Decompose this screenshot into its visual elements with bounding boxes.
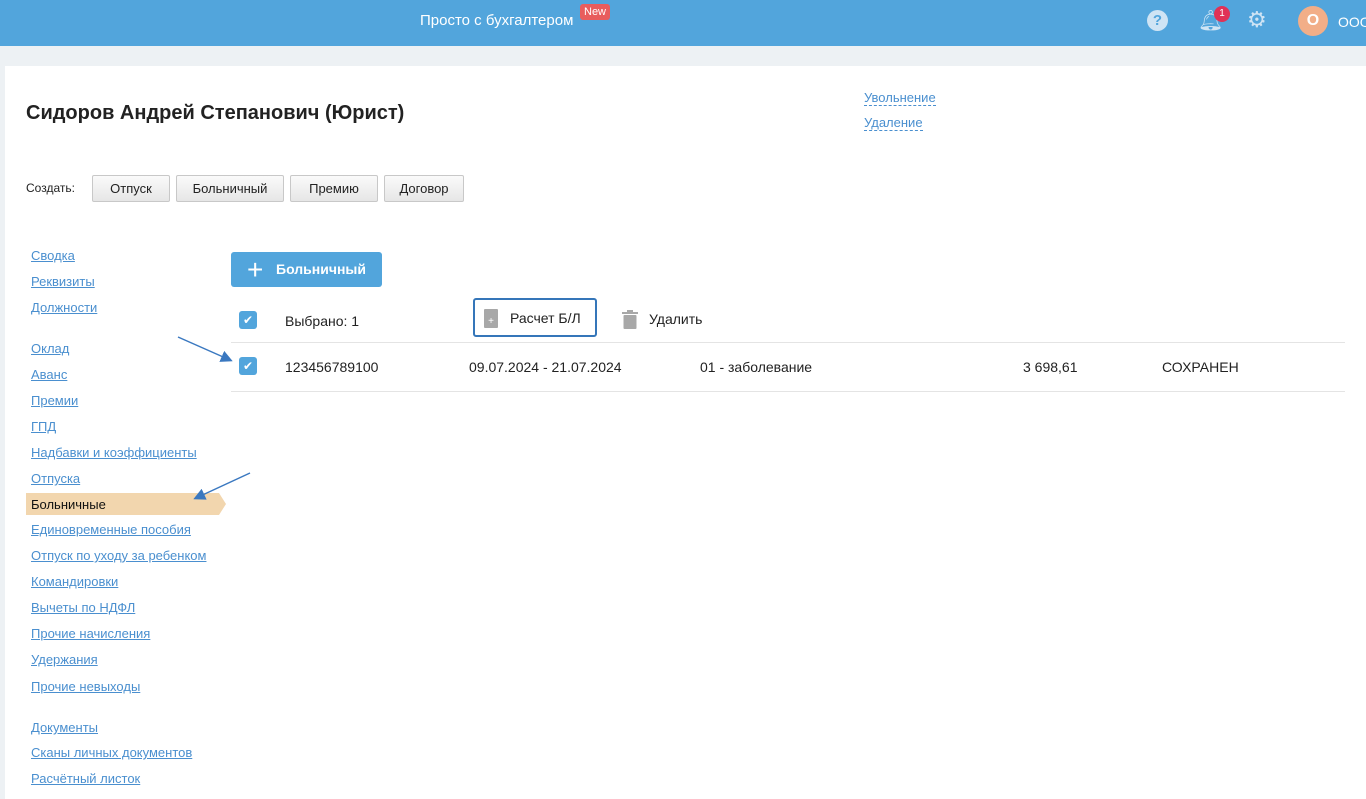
nav-item-active[interactable]: Больничные [26,493,226,515]
nav-item[interactable]: Командировки [31,574,118,589]
calc-sick-leave-button[interactable]: + Расчет Б/Л [473,298,597,337]
status: СОХРАНЕН [1162,359,1239,375]
gear-icon[interactable]: ⚙ [1247,7,1267,33]
nav-item-label: Больничные [31,497,106,512]
divider [231,391,1345,392]
nav-item[interactable]: Единовременные пособия [31,522,191,537]
nav-item[interactable]: Прочие невыходы [31,679,140,694]
brand-title[interactable]: Просто с бухгалтером [420,12,573,29]
selected-count: Выбрано: 1 [285,313,360,329]
create-bonus-button[interactable]: Премию [290,175,378,202]
nav-item[interactable]: Оклад [31,341,69,356]
help-icon[interactable]: ? [1147,10,1168,31]
dismissal-link[interactable]: Увольнение [864,90,936,106]
nav-item[interactable]: Аванс [31,367,67,382]
nav-item[interactable]: Документы [31,720,98,735]
create-vacation-button[interactable]: Отпуск [92,175,170,202]
select-all-checkbox[interactable]: ✔ [239,311,257,329]
nav-item[interactable]: Расчётный листок [31,771,140,786]
row-checkbox[interactable]: ✔ [239,357,257,375]
new-badge: New [580,4,611,20]
create-label: Создать: [26,181,75,195]
delete-button[interactable]: Удалить [649,311,702,327]
nav-item[interactable]: Отпуска [31,471,80,486]
sick-leave-number: 123456789100 [285,359,379,375]
trash-icon[interactable] [622,310,638,329]
period: 09.07.2024 - 21.07.2024 [469,359,622,375]
calc-label: Расчет Б/Л [510,310,581,326]
amount: 3 698,61 [1023,359,1078,375]
nav-item[interactable]: Должности [31,300,97,315]
nav-item[interactable]: Удержания [31,652,98,667]
nav-item[interactable]: Отпуск по уходу за ребенком [31,548,206,563]
page-title: Сидоров Андрей Степанович (Юрист) [26,102,405,124]
create-contract-button[interactable]: Договор [384,175,464,202]
add-label: Больничный [276,261,366,277]
document-add-icon: + [484,309,498,328]
delete-employee-link[interactable]: Удаление [864,115,923,131]
divider [231,342,1345,343]
nav-item[interactable]: Сводка [31,248,75,263]
nav-item[interactable]: Премии [31,393,78,408]
nav-item[interactable]: Сканы личных документов [31,745,192,760]
nav-item[interactable]: ГПД [31,419,56,434]
nav-item[interactable]: Надбавки и коэффициенты [31,445,197,460]
reason: 01 - заболевание [700,359,813,375]
add-sick-leave-button[interactable]: + Больничный [231,252,382,287]
create-sick-leave-button[interactable]: Больничный [176,175,284,202]
top-bar: Просто с бухгалтером New ? 🔔︎ 1 ⚙ О ООО [0,0,1366,46]
org-name[interactable]: ООО [1338,14,1366,30]
notification-badge: 1 [1214,6,1230,22]
avatar[interactable]: О [1298,6,1328,36]
nav-item[interactable]: Прочие начисления [31,626,150,641]
plus-icon: + [247,254,264,285]
nav-item[interactable]: Реквизиты [31,274,95,289]
nav-item[interactable]: Вычеты по НДФЛ [31,600,135,615]
